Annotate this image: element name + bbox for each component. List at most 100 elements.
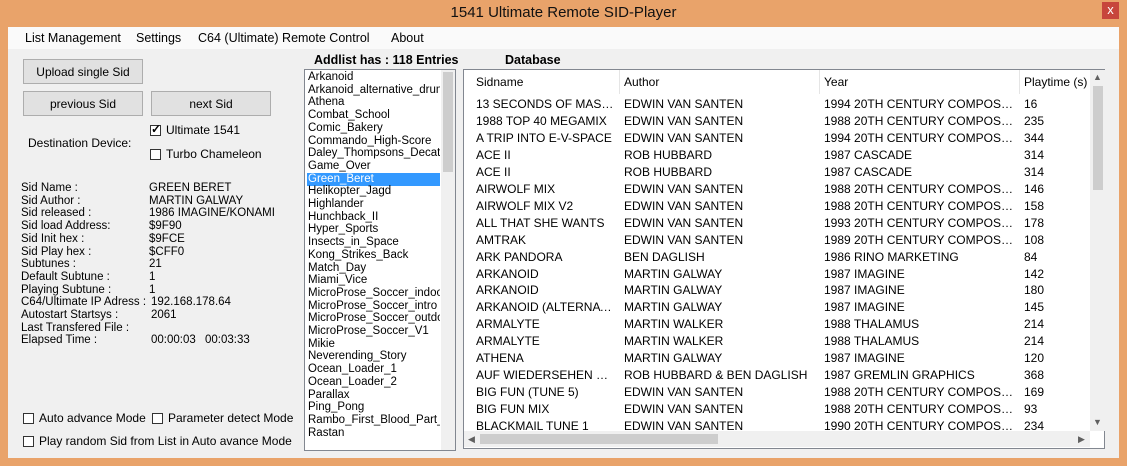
scroll-down-icon[interactable]: ▼ bbox=[1093, 417, 1102, 427]
table-row[interactable]: ARMALYTE MARTIN WALKER 1988 THALAMUS 214 bbox=[464, 333, 1090, 350]
table-cell: ATHENA bbox=[476, 351, 524, 366]
list-item[interactable]: Green_Beret bbox=[307, 172, 440, 186]
database-header: Database bbox=[505, 53, 561, 67]
checkbox-unchecked-icon bbox=[150, 149, 161, 160]
list-item[interactable]: Miami_Vice bbox=[307, 274, 440, 287]
close-icon[interactable]: x bbox=[1102, 2, 1119, 19]
table-cell: EDWIN VAN SANTEN bbox=[624, 385, 744, 400]
list-item[interactable]: Mikie bbox=[307, 338, 440, 351]
table-row[interactable]: ACE II ROB HUBBARD 1987 CASCADE 314 bbox=[464, 164, 1090, 181]
scrollbar-thumb[interactable] bbox=[443, 72, 453, 172]
column-header[interactable]: Year bbox=[820, 70, 1020, 94]
random-sid-checkbox[interactable]: Play random Sid from List in Auto avance… bbox=[23, 435, 292, 448]
info-label: Sid Author : bbox=[21, 194, 81, 207]
table-row[interactable]: ARKANOID MARTIN GALWAY 1987 IMAGINE 180 bbox=[464, 282, 1090, 299]
list-item[interactable]: Ping_Pong bbox=[307, 401, 440, 414]
table-row[interactable]: ACE II ROB HUBBARD 1987 CASCADE 314 bbox=[464, 147, 1090, 164]
table-row[interactable]: BIG FUN (TUNE 5) EDWIN VAN SANTEN 1988 20T… bbox=[464, 384, 1090, 401]
table-row[interactable]: AIRWOLF MIX V2 EDWIN VAN SANTEN 1988 20TH … bbox=[464, 198, 1090, 215]
table-row[interactable]: AIRWOLF MIX EDWIN VAN SANTEN 1988 20TH CEN… bbox=[464, 181, 1090, 198]
table-row[interactable]: ARKANOID MARTIN GALWAY 1987 IMAGINE 142 bbox=[464, 266, 1090, 283]
list-item[interactable]: Parallax bbox=[307, 389, 440, 402]
database-grid[interactable]: Sidname Author Year Playtime (s) 13 SECONDS… bbox=[463, 69, 1105, 449]
scrollbar-thumb[interactable] bbox=[1093, 86, 1103, 190]
ultimate-1541-checkbox[interactable]: Ultimate 1541 bbox=[150, 123, 240, 137]
database-horizontal-scrollbar[interactable]: ◀ ▶ bbox=[464, 431, 1090, 447]
menu-c64-remote-control[interactable]: C64 (Ultimate) Remote Control bbox=[198, 31, 370, 45]
table-row[interactable]: AMTRAK EDWIN VAN SANTEN 1989 20TH CENTURY … bbox=[464, 232, 1090, 249]
table-cell: 180 bbox=[1024, 283, 1045, 298]
list-item[interactable]: MicroProse_Soccer_intro bbox=[307, 300, 440, 313]
column-header[interactable]: Author bbox=[620, 70, 820, 94]
column-header[interactable]: Playtime (s) bbox=[1020, 70, 1098, 94]
table-cell: 214 bbox=[1024, 317, 1045, 332]
list-item[interactable]: Hyper_Sports bbox=[307, 223, 440, 236]
list-item[interactable]: Match_Day bbox=[307, 262, 440, 275]
scroll-right-icon[interactable]: ▶ bbox=[1078, 434, 1085, 445]
menu-list-management[interactable]: List Management bbox=[25, 31, 121, 45]
table-row[interactable]: A TRIP INTO E-V-SPACE EDWIN VAN SANTEN 199… bbox=[464, 130, 1090, 147]
table-row[interactable]: 1988 TOP 40 MEGAMIX EDWIN VAN SANTEN 1988 … bbox=[464, 113, 1090, 130]
table-row[interactable]: AUF WIEDERSEHEN MON... ROB HUBBARD & BEN … bbox=[464, 367, 1090, 384]
table-cell: 142 bbox=[1024, 266, 1045, 281]
table-row[interactable]: ALL THAT SHE WANTS EDWIN VAN SANTEN 1993 2… bbox=[464, 215, 1090, 232]
list-item[interactable]: Ocean_Loader_2 bbox=[307, 376, 440, 389]
column-header[interactable]: Sidname bbox=[472, 70, 620, 94]
list-item[interactable]: Highlander bbox=[307, 198, 440, 211]
list-item[interactable]: Kong_Strikes_Back bbox=[307, 249, 440, 262]
list-item[interactable]: Arkanoid_alternative_drums bbox=[307, 84, 440, 97]
list-item[interactable]: MicroProse_Soccer_V1 bbox=[307, 325, 440, 338]
parameter-detect-checkbox[interactable]: Parameter detect Mode bbox=[152, 412, 293, 425]
list-item[interactable]: Game_Over bbox=[307, 160, 440, 173]
database-vertical-scrollbar[interactable]: ▲ ▼ bbox=[1090, 70, 1105, 431]
menu-settings[interactable]: Settings bbox=[136, 31, 181, 45]
main-window: List Management Settings C64 (Ultimate) … bbox=[8, 27, 1119, 458]
scrollbar-thumb[interactable] bbox=[480, 434, 718, 444]
table-row[interactable]: 13 SECONDS OF MASSAC... EDWIN VAN SANTEN 1… bbox=[464, 96, 1090, 113]
list-item[interactable]: Ocean_Loader_1 bbox=[307, 363, 440, 376]
list-item[interactable]: Neverending_Story bbox=[307, 350, 440, 363]
table-row[interactable]: ARKANOID (ALTERNATIV... MARTIN GALWAY 1987… bbox=[464, 299, 1090, 316]
table-row[interactable]: ATHENA MARTIN GALWAY 1987 IMAGINE 120 bbox=[464, 350, 1090, 367]
table-cell: 1987 IMAGINE bbox=[824, 283, 905, 298]
list-item[interactable]: Athena bbox=[307, 96, 440, 109]
table-cell: 368 bbox=[1024, 368, 1045, 383]
list-item[interactable]: Hunchback_II bbox=[307, 211, 440, 224]
list-item[interactable]: Combat_School bbox=[307, 109, 440, 122]
list-item[interactable]: Rastan bbox=[307, 427, 440, 440]
upload-sid-button[interactable]: Upload single Sid bbox=[23, 59, 143, 84]
table-cell: EDWIN VAN SANTEN bbox=[624, 130, 744, 145]
table-row[interactable]: ARK PANDORA BEN DAGLISH 1986 RINO MARKETIN… bbox=[464, 249, 1090, 266]
list-item[interactable]: MicroProse_Soccer_outdoo bbox=[307, 312, 440, 325]
addlist-scrollbar[interactable] bbox=[441, 70, 455, 450]
table-cell: 1988 20TH CENTURY COMPOSERS bbox=[824, 198, 1018, 213]
addlist-listbox[interactable]: Arkanoid Arkanoid_alternative_drums Athena… bbox=[304, 69, 456, 451]
list-item[interactable]: Helikopter_Jagd bbox=[307, 185, 440, 198]
list-item[interactable]: Comic_Bakery bbox=[307, 122, 440, 135]
table-cell: EDWIN VAN SANTEN bbox=[624, 232, 744, 247]
checkbox-checked-icon bbox=[150, 123, 161, 136]
table-cell: ARMALYTE bbox=[476, 317, 540, 332]
list-item[interactable]: Insects_in_Space bbox=[307, 236, 440, 249]
scroll-left-icon[interactable]: ◀ bbox=[468, 434, 475, 445]
previous-sid-button[interactable]: previous Sid bbox=[23, 91, 143, 116]
table-row[interactable]: BIG FUN MIX EDWIN VAN SANTEN 1988 20TH CEN… bbox=[464, 401, 1090, 418]
auto-advance-checkbox[interactable]: Auto advance Mode bbox=[23, 412, 146, 425]
info-value: $9F90 bbox=[149, 220, 182, 233]
table-cell: 120 bbox=[1024, 351, 1045, 366]
list-item[interactable]: Daley_Thompsons_Decathl bbox=[307, 147, 440, 160]
turbo-chameleon-checkbox[interactable]: Turbo Chameleon bbox=[150, 148, 262, 161]
next-sid-button[interactable]: next Sid bbox=[151, 91, 271, 116]
table-row[interactable]: ARMALYTE MARTIN WALKER 1988 THALAMUS 214 bbox=[464, 316, 1090, 333]
list-item[interactable]: Rambo_First_Blood_Part_II bbox=[307, 414, 440, 427]
table-cell: EDWIN VAN SANTEN bbox=[624, 97, 744, 111]
list-item[interactable]: MicroProse_Soccer_indoor bbox=[307, 287, 440, 300]
scroll-up-icon[interactable]: ▲ bbox=[1093, 72, 1102, 82]
table-cell: 145 bbox=[1024, 300, 1045, 315]
table-cell: 235 bbox=[1024, 113, 1045, 128]
list-item[interactable]: Commando_High-Score bbox=[307, 135, 440, 148]
table-cell: 1987 IMAGINE bbox=[824, 266, 905, 281]
list-item[interactable]: Arkanoid bbox=[307, 71, 440, 84]
menu-about[interactable]: About bbox=[391, 31, 424, 45]
table-cell: 1987 IMAGINE bbox=[824, 300, 905, 315]
